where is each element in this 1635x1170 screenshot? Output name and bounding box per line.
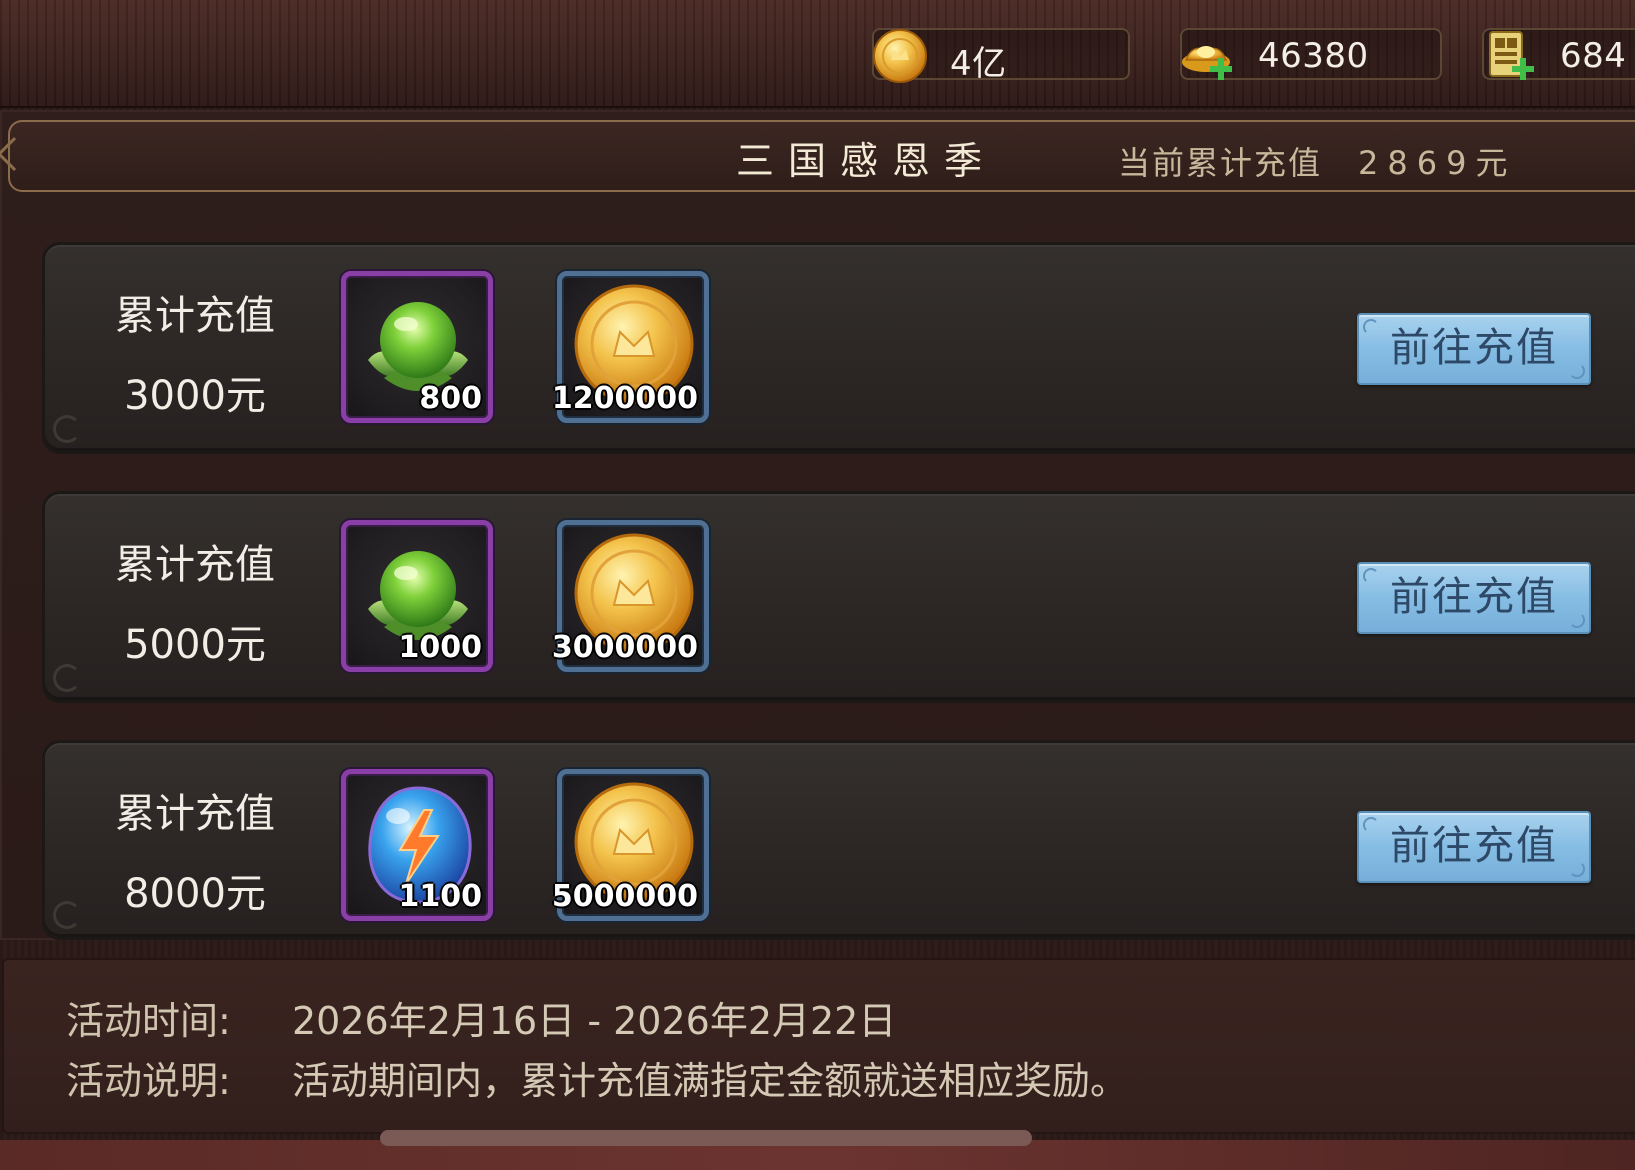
total-recharge-label: 当前累计充值 xyxy=(1118,144,1323,182)
row-label: 累计充值 xyxy=(115,542,275,588)
horizontal-scrollbar[interactable] xyxy=(380,1130,1032,1146)
ingot-amount: 46380 xyxy=(1258,36,1369,76)
ingot-resource[interactable]: 46380 xyxy=(1180,28,1442,80)
game-screen: 4亿 46380 684 三国感恩季 当前累计充值 2869元 累计充值 300… xyxy=(0,0,1635,1170)
event-time-line: 活动时间: 2026年2月16日 - 2026年2月22日 xyxy=(66,990,896,1045)
go-recharge-button[interactable]: 前往充值 xyxy=(1357,811,1591,883)
reward-item[interactable]: 5000000 xyxy=(552,769,709,921)
event-info-box xyxy=(2,958,1635,1134)
scroll-ticket-plus-icon[interactable] xyxy=(1480,26,1540,86)
item-quantity: 3000000 xyxy=(551,630,698,665)
item-quantity: 1200000 xyxy=(551,381,698,416)
event-time-label: 活动时间: xyxy=(66,999,231,1043)
row-amount: 5000元 xyxy=(124,622,266,668)
currency-bar: 4亿 46380 684 xyxy=(0,0,1635,108)
row-amount: 8000元 xyxy=(124,871,266,917)
ingot-plus-icon[interactable] xyxy=(1178,26,1238,86)
item-quantity: 1000 xyxy=(398,630,483,665)
item-quantity: 1100 xyxy=(398,879,483,914)
gold-amount: 4亿 xyxy=(950,44,1007,84)
go-recharge-button[interactable]: 前往充值 xyxy=(1357,313,1591,385)
event-title: 三国感恩季 xyxy=(736,139,997,183)
reward-row: 累计充值 5000元 1000 3000000 前往充值 xyxy=(42,491,1635,703)
gold-coin-icon xyxy=(873,29,927,83)
reward-item[interactable]: 1000 xyxy=(341,520,493,672)
reward-row: 累计充值 3000元 800 1200000 前往充值 xyxy=(42,242,1635,454)
gold-resource: 4亿 xyxy=(872,28,1130,84)
reward-item[interactable]: 3000000 xyxy=(552,520,709,672)
ticket-resource[interactable]: 684 xyxy=(1482,28,1635,80)
reward-item[interactable]: 1200000 xyxy=(552,271,709,423)
event-description-value: 活动期间内，累计充值满指定金额就送相应奖励。 xyxy=(292,1059,1129,1103)
event-description-line: 活动说明: 活动期间内，累计充值满指定金额就送相应奖励。 xyxy=(66,1050,1128,1105)
row-label: 累计充值 xyxy=(115,791,275,837)
reward-item[interactable]: 1100 xyxy=(341,769,493,921)
ticket-amount: 684 xyxy=(1560,36,1627,76)
total-recharge-value: 2869元 xyxy=(1358,144,1517,182)
reward-item[interactable]: 800 xyxy=(341,271,493,423)
row-amount: 3000元 xyxy=(124,373,266,419)
event-time-value: 2026年2月16日 - 2026年2月22日 xyxy=(292,999,897,1043)
event-description-label: 活动说明: xyxy=(66,1059,231,1103)
go-recharge-button[interactable]: 前往充值 xyxy=(1357,562,1591,634)
row-label: 累计充值 xyxy=(115,293,275,339)
reward-row: 累计充值 8000元 1100 5000000 前往充值 xyxy=(42,740,1635,940)
item-quantity: 800 xyxy=(419,381,482,416)
item-quantity: 5000000 xyxy=(551,879,698,914)
